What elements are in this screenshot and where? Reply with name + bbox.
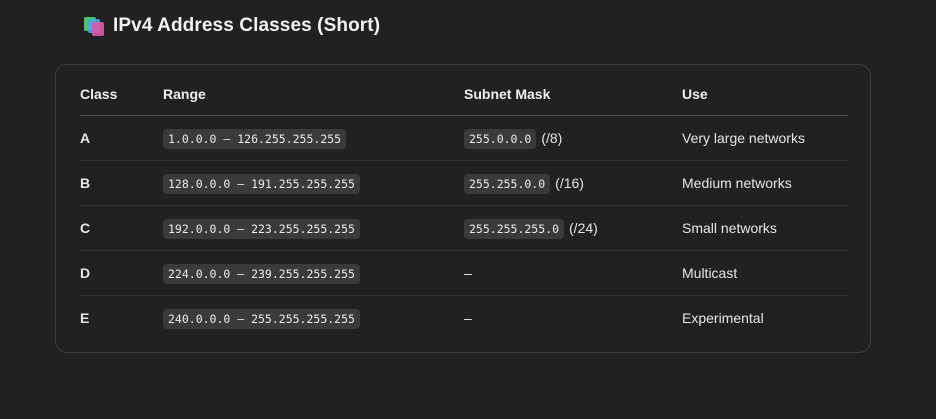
- header-subnet-mask: Subnet Mask: [464, 73, 682, 116]
- mask-cell: 255.255.255.0 (/24): [464, 205, 682, 251]
- mask-code: 255.255.0.0: [464, 174, 551, 194]
- mask-cell: –: [464, 310, 472, 326]
- range-cell: 240.0.0.0 – 255.255.255.255: [163, 296, 464, 341]
- range-cell: 1.0.0.0 – 126.255.255.255: [163, 115, 464, 161]
- table-row: C 192.0.0.0 – 223.255.255.255 255.255.25…: [80, 205, 848, 251]
- range-cell: 192.0.0.0 – 223.255.255.255: [163, 205, 464, 251]
- prefix-text: (/24): [569, 220, 598, 236]
- class-cell: E: [80, 310, 90, 326]
- range-code: 224.0.0.0 – 239.255.255.255: [163, 264, 360, 284]
- mask-code: 255.0.0.0: [464, 129, 537, 149]
- range-code: 240.0.0.0 – 255.255.255.255: [163, 309, 360, 329]
- mask-code: 255.255.255.0: [464, 219, 565, 239]
- table-header-row: Class Range Subnet Mask Use: [80, 73, 848, 116]
- use-cell: Multicast: [682, 250, 848, 296]
- header-use: Use: [682, 73, 848, 116]
- table-row: D 224.0.0.0 – 239.255.255.255 – Multicas…: [80, 250, 848, 296]
- use-cell: Small networks: [682, 205, 848, 251]
- class-cell: D: [80, 250, 163, 296]
- class-cell: C: [80, 205, 163, 251]
- use-cell: Experimental: [682, 310, 764, 326]
- table-row: A 1.0.0.0 – 126.255.255.255 255.0.0.0 (/8…: [80, 115, 848, 161]
- range-cell: 224.0.0.0 – 239.255.255.255: [163, 250, 464, 296]
- use-cell: Medium networks: [682, 160, 848, 206]
- mask-cell: 255.0.0.0 (/8): [464, 115, 682, 161]
- prefix-text: (/16): [555, 175, 584, 191]
- mask-cell: –: [464, 250, 682, 296]
- class-cell: A: [80, 115, 163, 161]
- table-row: E 240.0.0.0 – 255.255.255.255 – Experime…: [80, 296, 848, 341]
- table-row: B 128.0.0.0 – 191.255.255.255 255.255.0.…: [80, 160, 848, 206]
- ipv4-classes-table: Class Range Subnet Mask Use A 1.0.0.0 – …: [80, 73, 848, 340]
- range-code: 192.0.0.0 – 223.255.255.255: [163, 219, 360, 239]
- class-cell: B: [80, 160, 163, 206]
- use-cell: Very large networks: [682, 115, 848, 161]
- range-cell: 128.0.0.0 – 191.255.255.255: [163, 160, 464, 206]
- table-card: Class Range Subnet Mask Use A 1.0.0.0 – …: [55, 64, 871, 353]
- header-class: Class: [80, 73, 163, 116]
- range-code: 128.0.0.0 – 191.255.255.255: [163, 174, 360, 194]
- colored-squares-icon: [83, 15, 105, 37]
- mask-cell: 255.255.0.0 (/16): [464, 160, 682, 206]
- header-range: Range: [163, 73, 464, 116]
- page-title: IPv4 Address Classes (Short): [113, 15, 381, 36]
- page-heading: IPv4 Address Classes (Short): [83, 12, 380, 40]
- prefix-text: (/8): [541, 130, 563, 146]
- range-code: 1.0.0.0 – 126.255.255.255: [163, 129, 347, 149]
